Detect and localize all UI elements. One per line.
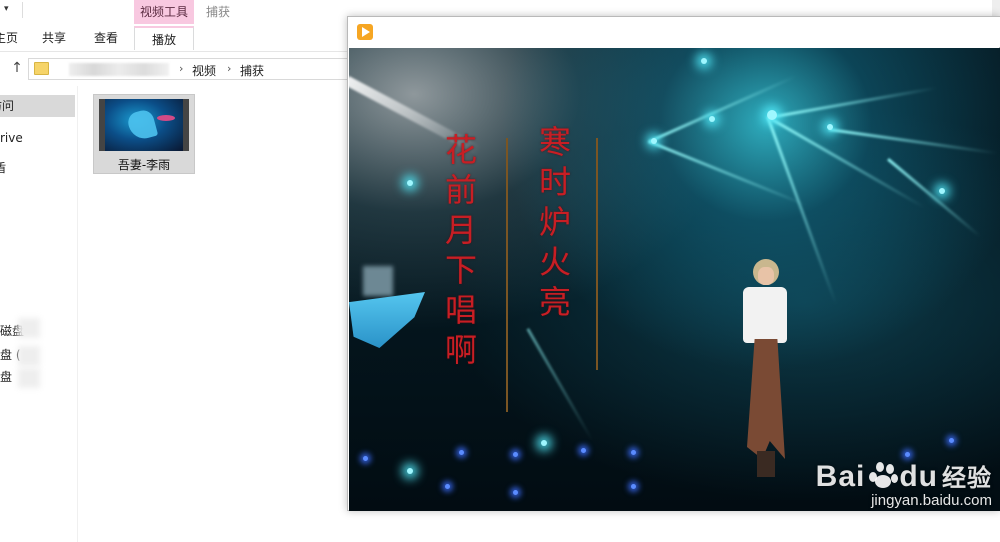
ribbon-separator	[22, 2, 23, 18]
stage-light	[767, 110, 777, 120]
lyric-divider	[596, 138, 598, 370]
lyric-column-left: 花 前 月 下 唱 啊	[441, 130, 481, 370]
lyric-char: 前	[444, 171, 477, 209]
lyric-char: 亮	[538, 283, 571, 321]
nav-item-onedrive[interactable]: rive	[0, 127, 76, 149]
stage-light	[651, 138, 657, 144]
tab-view[interactable]: 查看	[94, 26, 118, 50]
lyric-char: 火	[538, 243, 571, 281]
floor-light	[513, 490, 518, 495]
tab-play[interactable]: 播放	[134, 26, 194, 50]
tab-home-label: 主页	[0, 31, 19, 45]
folder-icon	[34, 62, 49, 75]
video-file-icon	[99, 99, 189, 151]
lyric-char: 唱	[444, 291, 477, 329]
file-item[interactable]: 吾妻-李雨	[93, 94, 195, 174]
stage-light	[701, 58, 707, 64]
media-player-window[interactable]: 花 前 月 下 唱 啊 寒 时 炉 火 亮 Bai du 经验 jingyan.…	[347, 16, 1000, 511]
redacted-path	[69, 63, 169, 76]
paw-icon	[865, 460, 899, 490]
floor-light	[459, 450, 464, 455]
address-bar[interactable]: › 视频 › 捕获	[28, 58, 348, 80]
file-name: 吾妻-李雨	[117, 158, 171, 172]
nav-item-this-pc[interactable]: 盾	[0, 157, 76, 179]
floor-light	[631, 484, 636, 489]
lyric-char: 炉	[538, 203, 571, 241]
lyric-divider	[506, 138, 508, 412]
tab-share[interactable]: 共享	[42, 26, 66, 50]
stage-light	[407, 180, 413, 186]
watermark-logo: Bai du 经验	[816, 458, 992, 494]
lyric-column-right: 寒 时 炉 火 亮	[535, 122, 575, 322]
pixelated-graphic	[349, 266, 429, 362]
video-tools-tab-group: 视频工具	[134, 0, 194, 24]
background-window-edge	[992, 0, 1000, 16]
breadcrumb-videos[interactable]: 视频	[192, 62, 216, 79]
floor-light	[445, 484, 450, 489]
redacted-drive-letters	[18, 346, 40, 366]
floor-light	[363, 456, 368, 461]
breadcrumb-separator: ›	[227, 62, 232, 75]
stage-light	[709, 116, 715, 122]
tab-home[interactable]: 主页	[0, 26, 24, 50]
floor-light	[581, 448, 586, 453]
nav-item-quick-access[interactable]: 访问	[0, 95, 75, 117]
watermark-cn: 经验	[942, 464, 992, 492]
stage-light	[407, 468, 413, 474]
capture-title: 捕获	[206, 5, 231, 19]
watermark-url: jingyan.baidu.com	[871, 492, 992, 509]
up-arrow-icon[interactable]: ↑	[9, 60, 25, 76]
lyric-char: 啊	[444, 331, 477, 369]
lyric-char: 花	[444, 131, 477, 169]
breadcrumb-capture[interactable]: 捕获	[240, 62, 264, 79]
watermark-logo-text: Bai	[815, 460, 866, 493]
video-frame[interactable]: 花 前 月 下 唱 啊 寒 时 炉 火 亮 Bai du 经验 jingyan.…	[349, 48, 1000, 511]
redacted-drive-letters	[18, 318, 40, 338]
quick-access-dropdown-icon[interactable]: ▾	[4, 4, 16, 16]
lyric-char: 月	[444, 211, 477, 249]
floor-light	[631, 450, 636, 455]
lyric-char: 时	[538, 163, 571, 201]
lyric-char: 寒	[538, 123, 571, 161]
singer-figure	[731, 253, 795, 483]
breadcrumb-separator: ›	[179, 62, 184, 75]
player-title-bar[interactable]	[348, 17, 1000, 47]
stage-light	[939, 188, 945, 194]
redacted-drive-letters	[18, 368, 40, 388]
lyric-char: 下	[444, 251, 477, 289]
navigation-pane: 访问 rive 盾 磁盘 盘 ( 盘	[0, 86, 78, 542]
floor-light	[905, 452, 910, 457]
floor-light	[949, 438, 954, 443]
watermark-logo-tail: du	[899, 460, 938, 493]
floor-light	[513, 452, 518, 457]
media-player-icon[interactable]	[357, 24, 373, 40]
baidu-jingyan-watermark: Bai du 经验 jingyan.baidu.com	[816, 458, 992, 509]
stage-light	[541, 440, 547, 446]
stage-light	[827, 124, 833, 130]
